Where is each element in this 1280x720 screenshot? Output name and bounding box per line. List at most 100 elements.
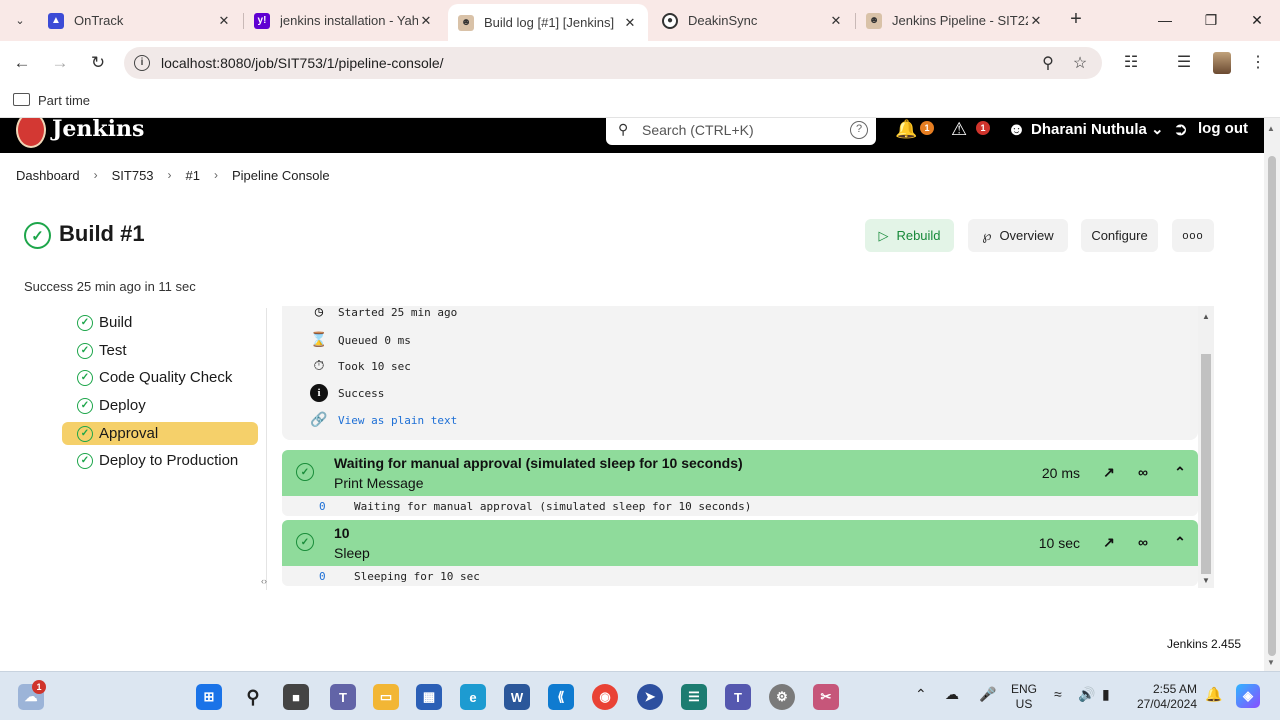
- task-view-icon[interactable]: ■: [283, 684, 309, 710]
- breadcrumb-dashboard[interactable]: Dashboard: [16, 168, 80, 183]
- jenkins-version[interactable]: Jenkins 2.455: [1167, 637, 1241, 651]
- bookmark-part-time[interactable]: Part time: [38, 93, 90, 108]
- stage-code-quality-check[interactable]: ✓ Code Quality Check: [62, 366, 258, 389]
- console-scroll-thumb[interactable]: [1201, 354, 1211, 574]
- page-scrollbar[interactable]: ▲ ▼: [1264, 118, 1280, 671]
- copilot-icon[interactable]: ◈: [1236, 684, 1260, 708]
- scroll-down-icon[interactable]: ▼: [1202, 576, 1210, 585]
- console-scrollbar[interactable]: ▲ ▼: [1198, 306, 1214, 588]
- logout-link[interactable]: log out: [1198, 120, 1248, 137]
- close-tab-icon[interactable]: ✕: [216, 13, 232, 29]
- chevron-up-icon[interactable]: ⌃: [915, 686, 927, 703]
- edge-icon[interactable]: e: [460, 684, 486, 710]
- breadcrumb-chevron-icon: ›: [93, 168, 98, 182]
- jenkins-logo-icon[interactable]: [16, 118, 46, 148]
- tab-search-chevron-icon[interactable]: ⌄: [8, 9, 32, 31]
- breadcrumb-pipeline-console[interactable]: Pipeline Console: [232, 168, 330, 183]
- scroll-down-icon[interactable]: ▼: [1267, 658, 1275, 667]
- jenkins-brand[interactable]: Jenkins: [52, 118, 144, 142]
- teams-icon[interactable]: T: [330, 684, 356, 710]
- stage-approval[interactable]: ✓ Approval: [62, 422, 258, 445]
- scroll-up-icon[interactable]: ▲: [1202, 312, 1210, 321]
- user-menu[interactable]: Dharani Nuthula ⌄: [1031, 120, 1164, 138]
- microphone-icon[interactable]: 🎤: [979, 686, 996, 703]
- bookmark-star-icon[interactable]: ☆: [1070, 54, 1090, 74]
- link-icon[interactable]: ∞: [1133, 462, 1153, 482]
- close-tab-icon[interactable]: ✕: [622, 15, 638, 31]
- start-windows-icon[interactable]: ⊞: [196, 684, 222, 710]
- notepad-icon[interactable]: ☰: [681, 684, 707, 710]
- word-icon[interactable]: W: [504, 684, 530, 710]
- stage-build[interactable]: ✓ Build: [62, 311, 258, 334]
- store-icon[interactable]: ▦: [416, 684, 442, 710]
- extensions-icon[interactable]: ☷: [1119, 51, 1143, 75]
- forward-arrow-icon[interactable]: →: [48, 51, 72, 75]
- notification-bell-icon[interactable]: 🔔: [1205, 686, 1222, 703]
- address-url[interactable]: localhost:8080/job/SIT753/1/pipeline-con…: [161, 55, 444, 71]
- resize-handle-icon[interactable]: ‹›: [261, 576, 267, 586]
- system-clock[interactable]: 2:55 AM 27/04/2024: [1133, 682, 1197, 712]
- close-tab-icon[interactable]: ✕: [418, 13, 434, 29]
- search-icon[interactable]: ⚲: [240, 684, 266, 710]
- log-line: 0 Waiting for manual approval (simulated…: [282, 496, 1198, 516]
- new-tab-icon[interactable]: +: [1066, 9, 1086, 31]
- overview-button[interactable]: ℘ Overview: [968, 219, 1068, 252]
- page-scroll-thumb[interactable]: [1268, 156, 1276, 656]
- tab-build-log[interactable]: ☻ Build log [#1] [Jenkins] ✕: [448, 4, 648, 41]
- stage-deploy-to-production[interactable]: ✓ Deploy to Production: [62, 449, 258, 472]
- notifications-bell-icon[interactable]: 🔔: [895, 119, 917, 140]
- panel-splitter[interactable]: [266, 308, 267, 590]
- zoom-icon[interactable]: ⚲: [1038, 54, 1058, 74]
- security-shield-icon[interactable]: ⚠: [951, 119, 967, 140]
- media-control-icon[interactable]: ☰: [1172, 51, 1196, 75]
- settings-gear-icon[interactable]: ⚙: [769, 684, 795, 710]
- close-tab-icon[interactable]: ✕: [1028, 13, 1044, 29]
- stage-test[interactable]: ✓ Test: [62, 339, 258, 362]
- step-header[interactable]: ✓ 10 Sleep 10 sec ↗ ∞ ⌃: [282, 520, 1198, 566]
- breadcrumb-job[interactable]: SIT753: [112, 168, 154, 183]
- profile-avatar[interactable]: [1213, 52, 1231, 74]
- teams-work-icon[interactable]: T: [725, 684, 751, 710]
- log-line-number[interactable]: 0: [319, 570, 326, 583]
- file-explorer-icon[interactable]: ▭: [373, 684, 399, 710]
- address-bar[interactable]: i localhost:8080/job/SIT753/1/pipeline-c…: [124, 47, 1102, 79]
- close-window-icon[interactable]: ✕: [1242, 8, 1272, 32]
- step-header[interactable]: ✓ Waiting for manual approval (simulated…: [282, 450, 1198, 496]
- restore-icon[interactable]: ❐: [1196, 8, 1226, 32]
- expand-icon[interactable]: ↗: [1099, 462, 1119, 482]
- site-info-icon[interactable]: i: [134, 55, 150, 71]
- chrome-icon[interactable]: ◉: [592, 684, 618, 710]
- tab-jenkins-pipeline[interactable]: ☻ Jenkins Pipeline - SIT223 ✕: [856, 6, 1054, 35]
- wifi-icon[interactable]: ≈: [1054, 686, 1062, 702]
- link-icon[interactable]: ∞: [1133, 532, 1153, 552]
- snipping-tool-icon[interactable]: ✂: [813, 684, 839, 710]
- volume-icon[interactable]: 🔊: [1078, 686, 1095, 703]
- tab-yahoo[interactable]: y! jenkins installation - Yahoo ✕: [244, 6, 444, 35]
- back-arrow-icon[interactable]: ←: [10, 51, 34, 75]
- view-plain-text-link[interactable]: 🔗 View as plain text: [310, 411, 457, 429]
- log-line-number[interactable]: 0: [319, 500, 326, 513]
- help-icon[interactable]: ?: [850, 121, 868, 139]
- close-tab-icon[interactable]: ✕: [828, 13, 844, 29]
- expand-icon[interactable]: ↗: [1099, 532, 1119, 552]
- chevron-up-icon[interactable]: ⌃: [1170, 462, 1190, 482]
- scroll-up-icon[interactable]: ▲: [1267, 124, 1275, 133]
- more-actions-button[interactable]: ooo: [1172, 219, 1214, 252]
- minimize-icon[interactable]: —: [1150, 8, 1180, 32]
- rebuild-button[interactable]: ▷ Rebuild: [865, 219, 954, 252]
- search-input[interactable]: [642, 120, 842, 140]
- chevron-up-icon[interactable]: ⌃: [1170, 532, 1190, 552]
- reload-icon[interactable]: ↻: [86, 51, 110, 75]
- cloud-icon[interactable]: ☁: [945, 686, 959, 703]
- breadcrumb-build[interactable]: #1: [186, 168, 200, 183]
- browser-menu-icon[interactable]: ⋮: [1246, 51, 1270, 75]
- stage-deploy[interactable]: ✓ Deploy: [62, 394, 258, 417]
- jenkins-search-box[interactable]: ⚲ ?: [606, 118, 876, 145]
- configure-button[interactable]: Configure: [1081, 219, 1158, 252]
- email-client-icon[interactable]: ➤: [637, 684, 663, 710]
- language-indicator[interactable]: ENG US: [1011, 682, 1037, 712]
- tab-ontrack[interactable]: ▲ OnTrack ✕: [38, 6, 242, 35]
- battery-icon[interactable]: ▮: [1102, 686, 1110, 703]
- tab-deakinsync[interactable]: ● DeakinSync ✕: [652, 6, 854, 35]
- vscode-icon[interactable]: ⟪: [548, 684, 574, 710]
